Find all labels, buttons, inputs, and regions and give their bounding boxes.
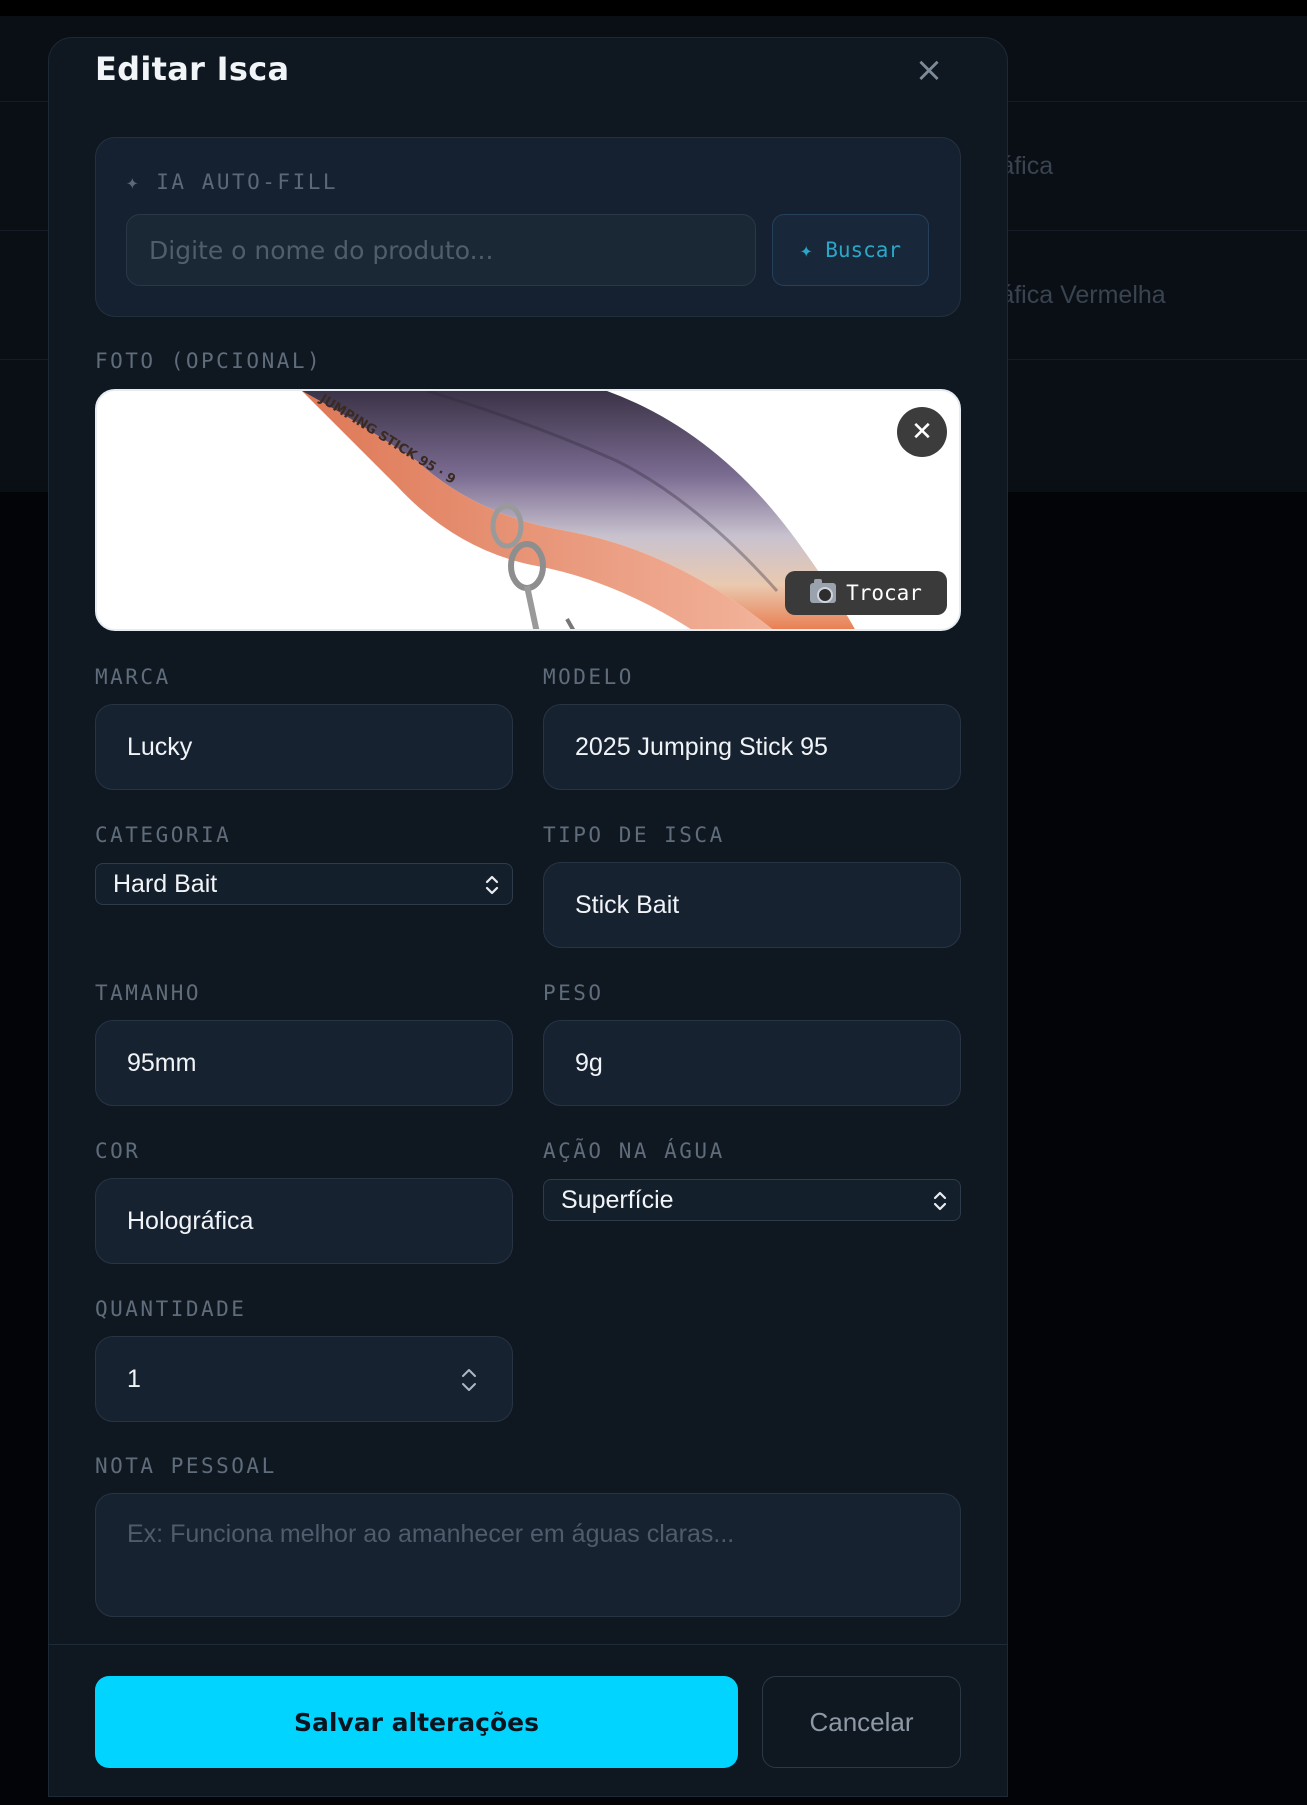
color-label: COR: [95, 1139, 141, 1163]
category-value: Hard Bait: [113, 869, 218, 898]
edit-lure-modal: Editar Isca × ✦ IA AUTO-FILL Digite o no…: [48, 37, 1008, 1797]
stepper-arrows-icon[interactable]: [460, 1365, 478, 1395]
quantity-label: QUANTIDADE: [95, 1297, 247, 1321]
camera-icon: [810, 579, 837, 603]
remove-photo-button[interactable]: ✕: [897, 407, 947, 457]
cancel-button[interactable]: Cancelar: [762, 1676, 961, 1768]
size-field[interactable]: 95mm: [95, 1020, 513, 1106]
lure-type-label: TIPO DE ISCA: [543, 823, 725, 847]
swap-photo-button[interactable]: Trocar: [785, 571, 947, 615]
quantity-value: 1: [127, 1364, 141, 1393]
water-action-label: AÇÃO NA ÁGUA: [543, 1139, 725, 1163]
footer-divider: [49, 1644, 1007, 1645]
water-action-value: Superfície: [561, 1185, 674, 1214]
personal-note-textarea[interactable]: Ex: Funciona melhor ao amanhecer em água…: [95, 1493, 961, 1617]
category-select[interactable]: Hard Bait: [95, 863, 513, 905]
chevron-updown-icon: [485, 875, 499, 895]
weight-field[interactable]: 9g: [543, 1020, 961, 1106]
lure-type-field[interactable]: Stick Bait: [543, 862, 961, 948]
photo-label: FOTO (OPCIONAL): [95, 349, 323, 373]
close-icon: ✕: [911, 417, 933, 447]
product-name-input[interactable]: Digite o nome do produto...: [126, 214, 756, 286]
personal-note-label: NOTA PESSOAL: [95, 1454, 277, 1478]
ai-search-button[interactable]: ✦ Buscar: [772, 214, 929, 286]
brand-field[interactable]: Lucky: [95, 704, 513, 790]
color-field[interactable]: Holográfica: [95, 1178, 513, 1264]
size-label: TAMANHO: [95, 981, 202, 1005]
ai-autofill-panel: ✦ IA AUTO-FILL Digite o nome do produto.…: [95, 137, 961, 317]
model-field[interactable]: 2025 Jumping Stick 95: [543, 704, 961, 790]
close-button[interactable]: ×: [911, 52, 947, 88]
water-action-select[interactable]: Superfície: [543, 1179, 961, 1221]
swap-photo-label: Trocar: [846, 581, 922, 605]
ai-autofill-label: ✦ IA AUTO-FILL: [126, 170, 339, 194]
modal-title: Editar Isca: [95, 50, 290, 88]
save-changes-button[interactable]: Salvar alterações: [95, 1676, 738, 1768]
weight-label: PESO: [543, 981, 604, 1005]
category-label: CATEGORIA: [95, 823, 232, 847]
background-topbar: [0, 0, 1307, 16]
model-label: MODELO: [543, 665, 634, 689]
quantity-stepper[interactable]: 1: [95, 1336, 513, 1422]
lure-photo: JUMPING STICK 95 · 9 ✕ Trocar: [95, 389, 961, 631]
chevron-updown-icon: [933, 1191, 947, 1211]
brand-label: MARCA: [95, 665, 171, 689]
close-icon: ×: [914, 50, 944, 90]
